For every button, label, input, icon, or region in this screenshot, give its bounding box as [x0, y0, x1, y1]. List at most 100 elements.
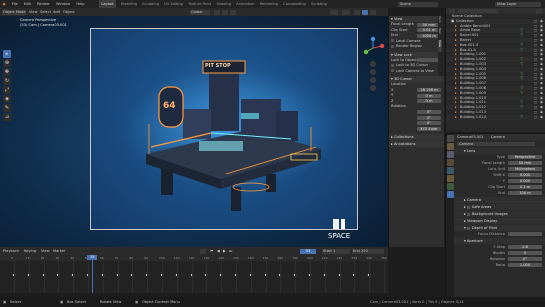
jump-end-icon[interactable]: ⏭: [229, 249, 232, 254]
cursor-rx-field[interactable]: 0°: [417, 110, 441, 115]
menu-window[interactable]: Window: [56, 0, 70, 8]
npanel-tab-item[interactable]: Item: [438, 16, 442, 28]
focal-length-field[interactable]: 50 mm: [508, 161, 542, 166]
render-toggle-icon[interactable]: ◻: [534, 115, 537, 120]
timeline[interactable]: 0102030405060708090100110120130140150160…: [0, 255, 388, 293]
rotation-mode-dropdown[interactable]: XYZ Euler: [417, 126, 441, 131]
view-layer-selector[interactable]: View Layer: [495, 1, 541, 7]
scene-properties-icon[interactable]: [446, 159, 454, 166]
fstop-field[interactable]: 2.8: [508, 245, 542, 250]
clip-start-field[interactable]: 0.1 m: [508, 185, 542, 190]
npanel-tab-view[interactable]: View: [438, 40, 442, 52]
shading-rendered-icon[interactable]: [362, 9, 368, 15]
navigation-gizmo[interactable]: [360, 36, 386, 96]
safe-areas-checkbox[interactable]: [466, 205, 470, 209]
render-region-checkbox[interactable]: [391, 44, 394, 48]
timeline-menu-playback[interactable]: Playback: [3, 247, 19, 255]
focus-object-field[interactable]: [508, 232, 542, 237]
overlay-icon[interactable]: [330, 9, 338, 15]
play-reverse-icon[interactable]: ◀: [217, 249, 220, 254]
start-frame-field[interactable]: Start 1: [322, 248, 350, 254]
safe-areas-section[interactable]: ▸ Safe Areas: [454, 204, 545, 210]
aperture-rotation-field[interactable]: 0°: [508, 257, 542, 262]
timeline-menu-keying[interactable]: Keying: [24, 247, 36, 255]
cursor-rz-field[interactable]: 0°: [417, 121, 441, 126]
timeline-menu-marker[interactable]: Marker: [53, 247, 65, 255]
camera-datablock-field[interactable]: Camera: [457, 141, 535, 146]
outliner-object[interactable]: ▸ Building 1.014 ▽ ◻ ◉: [446, 114, 545, 120]
shading-solid-icon[interactable]: [354, 9, 360, 15]
snap-icon[interactable]: [222, 9, 228, 15]
camera-data-properties-icon[interactable]: [446, 191, 454, 198]
menu-help[interactable]: Help: [76, 0, 84, 8]
npanel-tab-tool[interactable]: Tool: [438, 28, 442, 40]
breadcrumb-camera[interactable]: Camera: [491, 135, 505, 139]
transform-orientation-dropdown[interactable]: Global: [190, 9, 210, 15]
measure-tool-icon[interactable]: ⊿: [3, 113, 11, 121]
tool-properties-icon[interactable]: [446, 135, 454, 142]
cursor-tool-icon[interactable]: ⊕: [3, 59, 11, 67]
cursor-ry-field[interactable]: 0°: [417, 115, 441, 120]
shift-x-field[interactable]: 0.000: [508, 173, 542, 178]
pivot-icon[interactable]: [214, 9, 220, 15]
npanel-render-region-row[interactable]: Render Region: [389, 44, 444, 50]
visibility-eye-icon[interactable]: ◉: [540, 115, 543, 120]
render-properties-icon[interactable]: [446, 143, 454, 150]
tab-compositing[interactable]: Compositing: [283, 0, 306, 8]
tab-uv-editing[interactable]: UV Editing: [164, 0, 183, 8]
blender-logo-icon[interactable]: ◉: [3, 0, 6, 8]
timeline-menu-view[interactable]: View: [41, 247, 50, 255]
current-frame-field[interactable]: 53: [300, 248, 316, 254]
npanel-collections-section[interactable]: ▸ Collections: [389, 133, 444, 140]
output-properties-icon[interactable]: [446, 151, 454, 158]
tab-texture-paint[interactable]: Texture Paint: [188, 0, 211, 8]
outliner-filter-icon[interactable]: [536, 9, 542, 13]
annotate-tool-icon[interactable]: ✎: [3, 104, 11, 112]
breadcrumb-object[interactable]: Camera03.001: [457, 135, 484, 139]
scene-selector[interactable]: Scene: [398, 1, 438, 7]
background-images-checkbox[interactable]: [466, 212, 470, 216]
clip-end-field[interactable]: 100 m: [508, 191, 542, 196]
viewport-menu-object[interactable]: Object: [63, 8, 75, 16]
menu-file[interactable]: File: [12, 0, 18, 8]
lock-cursor-checkbox[interactable]: [391, 63, 394, 67]
cursor-y-field[interactable]: 0 m: [417, 93, 441, 98]
transform-tool-icon[interactable]: ◈: [3, 95, 11, 103]
object-properties-icon[interactable]: [446, 175, 454, 182]
npanel-lock-camera-row[interactable]: Lock Camera to View: [389, 69, 444, 75]
background-images-section[interactable]: ▸ Background Images: [454, 211, 545, 217]
tab-shading[interactable]: Shading: [216, 0, 231, 8]
lens-unit-dropdown[interactable]: Millimeters: [508, 167, 542, 172]
camera-section[interactable]: ▸ Camera: [454, 197, 545, 203]
lock-camera-checkbox[interactable]: [391, 69, 394, 72]
ratio-field[interactable]: 1.000: [508, 263, 542, 268]
tab-modeling[interactable]: Modeling: [121, 0, 137, 8]
camera-type-dropdown[interactable]: Perspective: [508, 155, 542, 160]
xray-icon[interactable]: [342, 9, 350, 15]
select-tool-icon[interactable]: ▸: [3, 50, 11, 58]
scale-tool-icon[interactable]: ⤢: [3, 86, 11, 94]
cursor-z-field[interactable]: 0 m: [417, 99, 441, 104]
menu-edit[interactable]: Edit: [24, 0, 31, 8]
play-icon[interactable]: ▶: [223, 249, 226, 254]
shift-y-field[interactable]: 0.000: [508, 179, 542, 184]
mode-dropdown[interactable]: Object Mode: [2, 9, 26, 15]
end-frame-field[interactable]: End 250: [352, 248, 384, 254]
menu-render[interactable]: Render: [37, 0, 50, 8]
npanel-annotations-section[interactable]: ▸ Annotations: [389, 140, 444, 147]
record-icon[interactable]: [200, 248, 206, 254]
viewport-menu-view[interactable]: View: [29, 8, 38, 16]
tab-layout[interactable]: Layout: [99, 0, 116, 8]
viewport-menu-select[interactable]: Select: [40, 8, 51, 16]
move-tool-icon[interactable]: ✥: [3, 68, 11, 76]
proportional-edit-icon[interactable]: [230, 9, 236, 15]
tab-rendering[interactable]: Rendering: [260, 0, 278, 8]
outliner-search-input[interactable]: [458, 9, 498, 13]
viewport-menu-add[interactable]: Add: [53, 8, 60, 16]
dof-checkbox[interactable]: [466, 226, 470, 230]
world-properties-icon[interactable]: [446, 167, 454, 174]
rotate-tool-icon[interactable]: ↻: [3, 77, 11, 85]
blades-field[interactable]: 0: [508, 251, 542, 256]
local-camera-checkbox[interactable]: [391, 39, 394, 42]
outliner-display-mode-icon[interactable]: [449, 9, 455, 13]
